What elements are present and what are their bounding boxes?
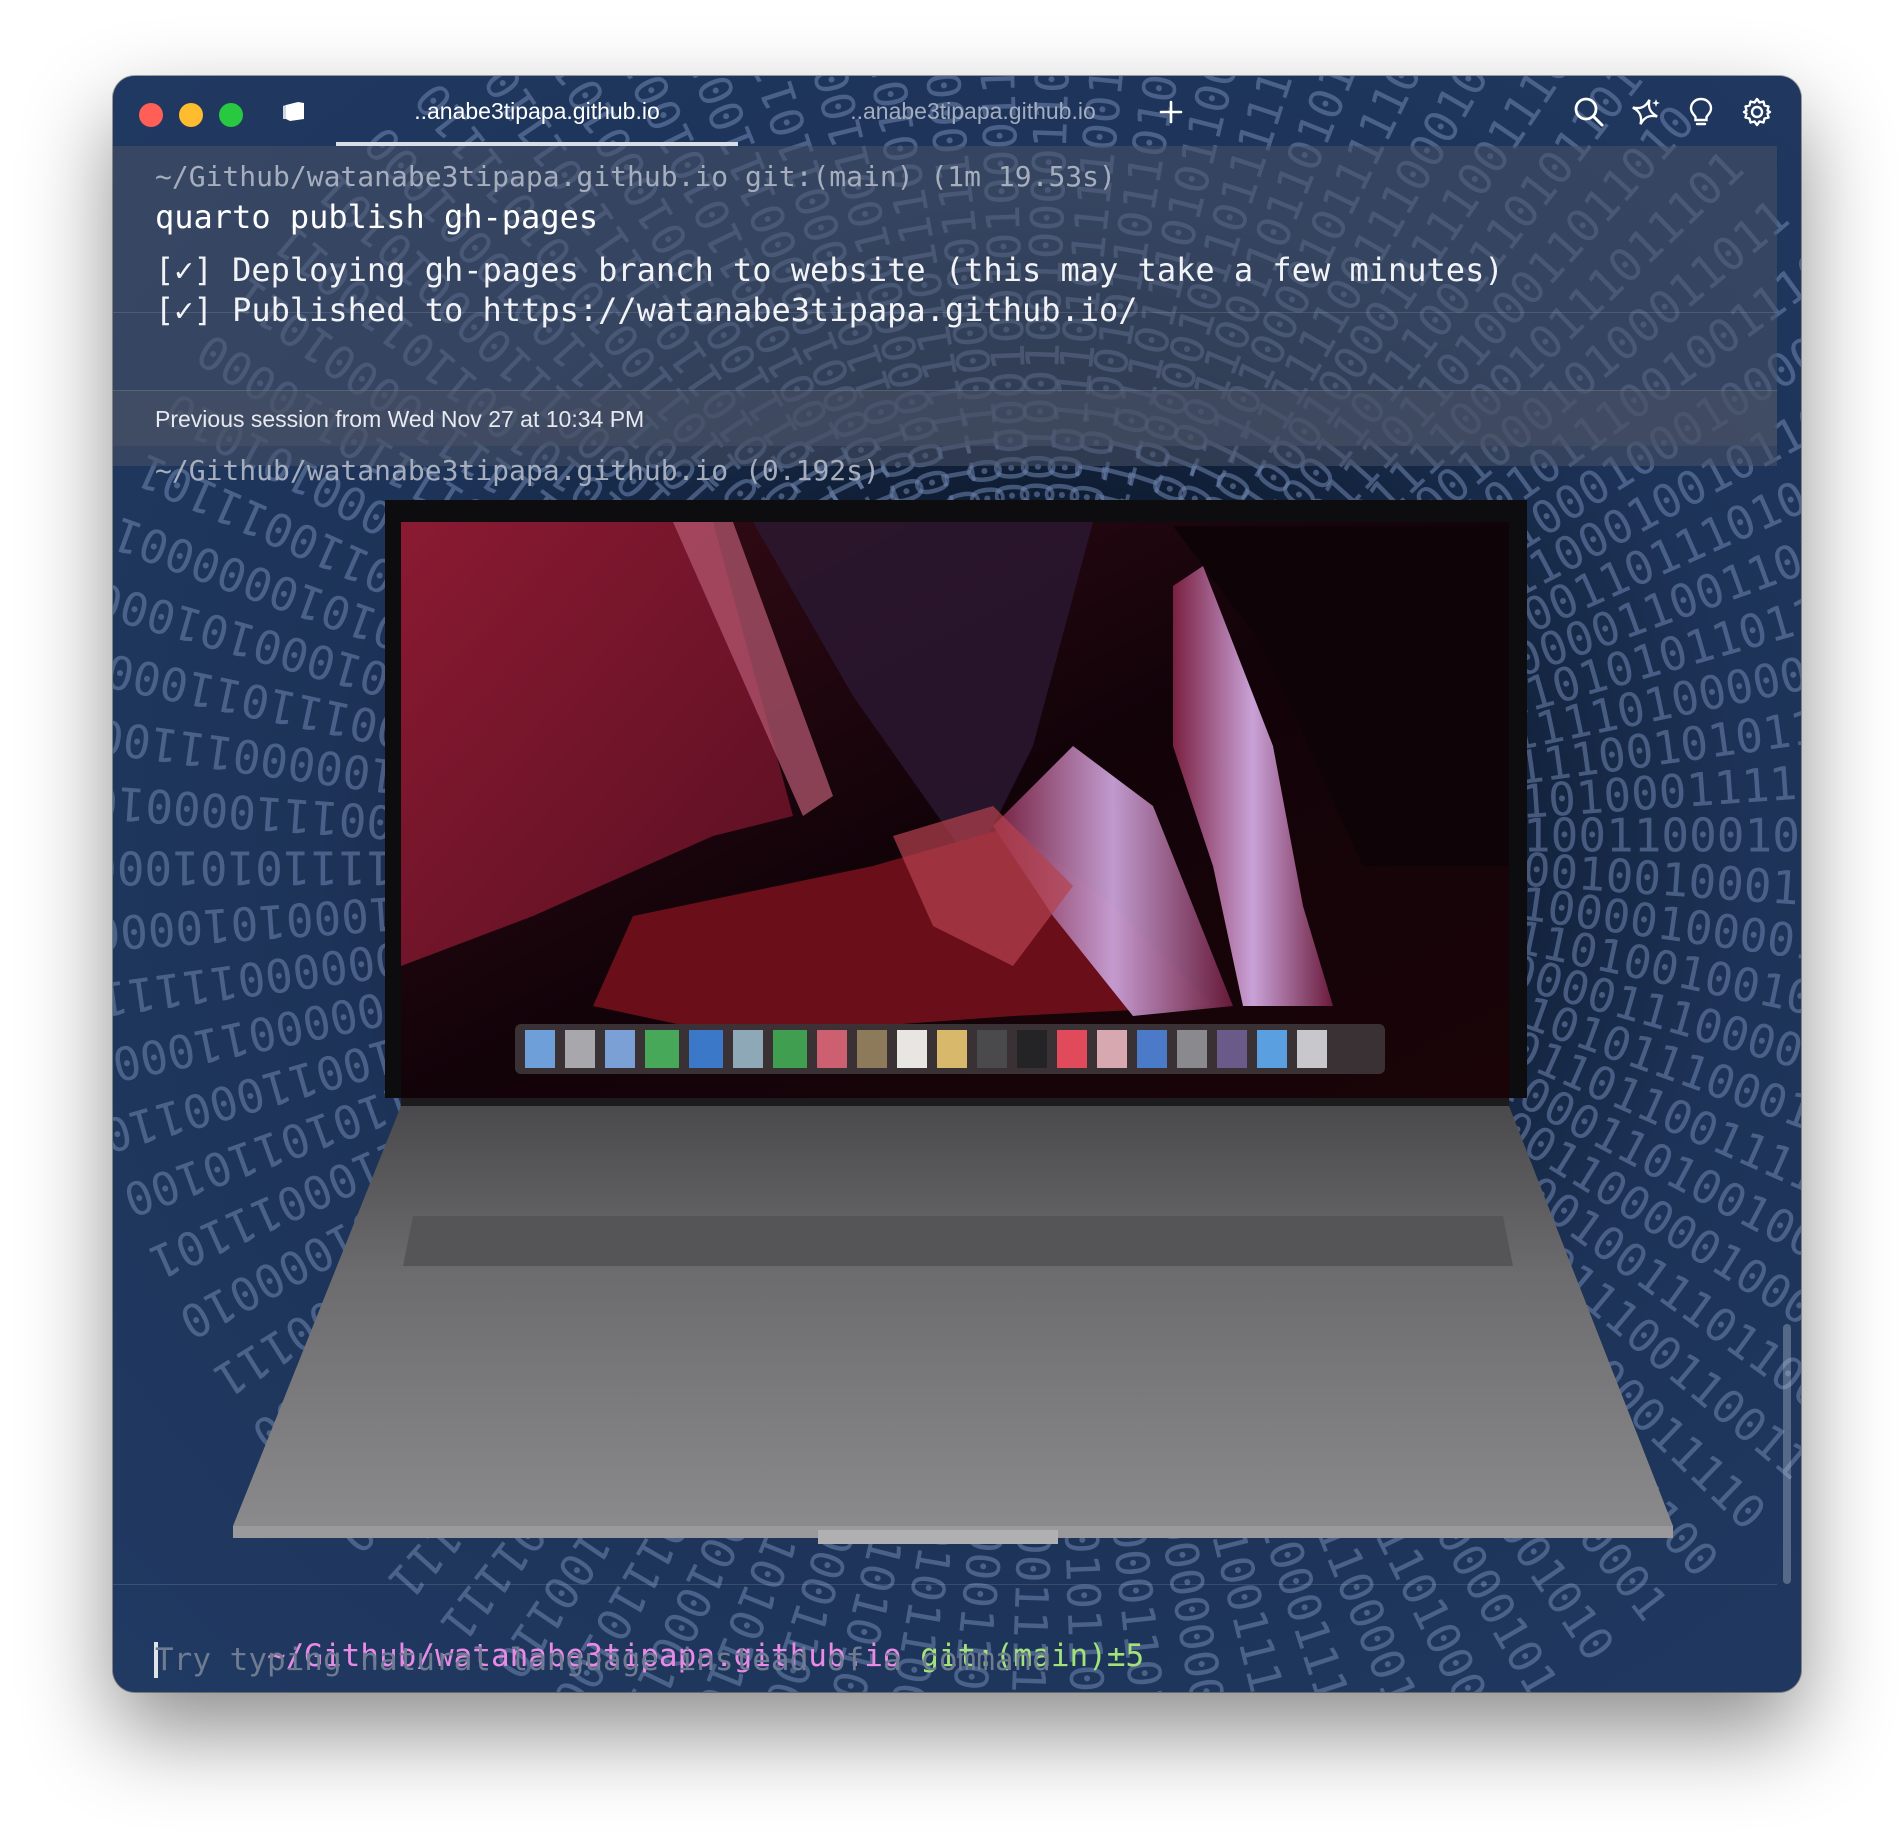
ai-sparkle-icon[interactable]	[1627, 94, 1663, 130]
input-divider	[113, 1584, 1777, 1585]
search-icon[interactable]	[1571, 94, 1607, 130]
scrollbar-thumb[interactable]	[1783, 1324, 1791, 1584]
tab-label: ..anabe3tipapa.github.io	[850, 97, 1096, 124]
close-window-button[interactable]	[139, 103, 163, 127]
block-output-line: [✓] Deploying gh-pages branch to website…	[155, 251, 1504, 289]
session-banner-text: Previous session from Wed Nov 27 at 10:3…	[155, 406, 645, 432]
dock-icons	[525, 1030, 1327, 1068]
title-bar: ..anabe3tipapa.github.io ..anabe3tipapa.…	[113, 76, 1801, 146]
gear-icon[interactable]	[1739, 94, 1775, 130]
block-command: quarto publish gh-pages	[155, 198, 599, 236]
sidebar-toggle-icon[interactable]	[277, 94, 313, 130]
input-editor[interactable]: ~/Github/watanabe3tipapa.github.io git:(…	[113, 1584, 1777, 1692]
tab-inactive[interactable]: ..anabe3tipapa.github.io	[773, 76, 1173, 146]
image-output-block[interactable]: ~/Github/watanabe3tipapa.github.io (0.19…	[113, 446, 1777, 1664]
block-prompt: ~/Github/watanabe3tipapa.github.io git:(…	[155, 160, 1116, 193]
minimize-window-button[interactable]	[179, 103, 203, 127]
maximize-window-button[interactable]	[219, 103, 243, 127]
plus-icon[interactable]	[1153, 94, 1189, 130]
command-input-placeholder[interactable]: Try typing natural language instead of a…	[155, 1642, 1051, 1678]
block-output-line: [✓] Published to https://watanabe3tipapa…	[155, 291, 1138, 329]
banner-divider	[113, 390, 1777, 391]
laptop-pixel-art-image	[233, 500, 1673, 1544]
terminal-window: 0100010110011000101000110010011001001001…	[113, 76, 1801, 1692]
session-banner: Previous session from Wed Nov 27 at 10:3…	[113, 390, 1777, 446]
tab-label: ..anabe3tipapa.github.io	[414, 97, 660, 124]
tab-active[interactable]: ..anabe3tipapa.github.io	[336, 76, 738, 146]
lightbulb-icon[interactable]	[1683, 94, 1719, 130]
